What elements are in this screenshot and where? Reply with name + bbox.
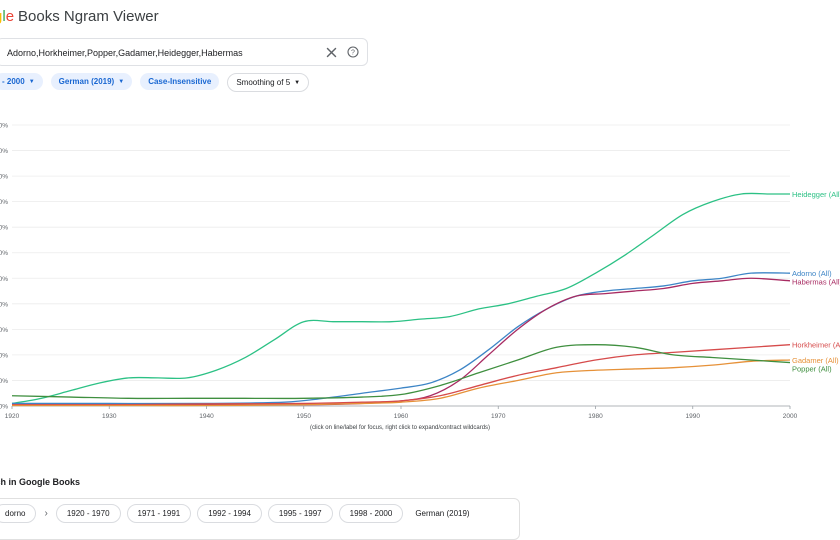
books-corpus-label: German (2019): [415, 509, 470, 518]
y-tick-label: 0%: [0, 276, 8, 283]
books-row: dorno › 1920 - 1970 1971 - 1991 1992 - 1…: [0, 504, 476, 523]
books-section-title: rch in Google Books: [0, 477, 81, 487]
smoothing-dropdown[interactable]: Smoothing of 5 ▼: [227, 73, 310, 92]
logo-letter-e: e: [5, 8, 15, 25]
app-logo[interactable]: gleBooks Ngram Viewer: [0, 8, 159, 25]
y-tick-label: 0%: [0, 148, 8, 155]
books-range-link[interactable]: 1971 - 1991: [126, 504, 192, 523]
x-tick-label: 1920: [5, 413, 20, 420]
y-tick-label: 0%: [0, 174, 8, 181]
chart-hint: (click on line/label for focus, right cl…: [309, 425, 491, 431]
caret-down-icon: ▼: [118, 78, 125, 85]
books-range-link[interactable]: 1995 - 1997: [267, 504, 333, 523]
books-range-link[interactable]: 1920 - 1970: [55, 504, 121, 523]
y-tick-label: 0%: [0, 250, 8, 257]
x-tick-label: 2000: [783, 413, 798, 420]
caret-down-icon: ▼: [294, 79, 301, 86]
x-tick-label: 1930: [102, 413, 117, 420]
books-term-chip[interactable]: dorno: [0, 504, 37, 523]
chevron-right-icon: ›: [44, 508, 48, 519]
x-tick-label: 1970: [491, 413, 506, 420]
help-circle-icon[interactable]: ?: [345, 44, 361, 60]
series-line[interactable]: [11, 192, 790, 405]
y-tick-label: 0%: [0, 123, 8, 130]
y-tick-label: 0%: [0, 199, 8, 206]
x-tick-label: 1960: [394, 413, 409, 420]
y-tick-label: 0%: [0, 404, 8, 411]
ngram-chart: 0% 0% 0% 0% 0% 0% 0% 0% 0% 0% 0% 0% 1920 1930 1940 1950…: [0, 123, 840, 421]
y-tick-label: 0%: [0, 327, 8, 334]
series-line[interactable]: [12, 272, 791, 405]
corpus-dropdown[interactable]: German (2019) ▼: [50, 73, 133, 90]
close-icon[interactable]: [323, 44, 339, 60]
series-label[interactable]: Habermas (All): [792, 278, 840, 287]
y-tick-label: 0%: [0, 378, 8, 385]
caret-down-icon: ▼: [28, 78, 35, 85]
books-range-link[interactable]: 1992 - 1994: [197, 504, 262, 523]
filter-bar: - 2000 ▼ German (2019) ▼ Case-Insensitive …: [0, 73, 310, 92]
search-input[interactable]: [5, 43, 309, 63]
case-insensitive-toggle[interactable]: Case-Insensitive: [140, 73, 220, 90]
x-tick-label: 1950: [297, 413, 312, 420]
chart-labels: Heidegger (All)Adorno (All)Habermas (All…: [792, 190, 840, 374]
series-label[interactable]: Popper (All): [792, 365, 832, 374]
smoothing-label: Smoothing of 5: [236, 78, 291, 87]
x-tick-label: 1980: [588, 413, 603, 420]
corpus-label: German (2019): [58, 77, 115, 86]
series-line[interactable]: [12, 277, 791, 406]
chart-series: [11, 192, 791, 407]
y-tick-label: 0%: [0, 301, 8, 308]
year-range-label: - 2000: [2, 77, 25, 86]
books-range-link[interactable]: 1998 - 2000: [338, 504, 404, 523]
x-tick-label: 1940: [199, 413, 214, 420]
x-tick-label: 1990: [686, 413, 701, 420]
search-box: ?: [0, 38, 368, 66]
series-label[interactable]: Heidegger (All): [792, 190, 840, 199]
product-name: Books Ngram Viewer: [18, 8, 159, 25]
year-range-dropdown[interactable]: - 2000 ▼: [0, 73, 43, 90]
chart-grid: 0% 0% 0% 0% 0% 0% 0% 0% 0% 0% 0% 0% 1920 1930 1940 1950…: [0, 123, 798, 421]
series-line[interactable]: [11, 344, 791, 406]
svg-text:?: ?: [351, 50, 355, 57]
case-label: Case-Insensitive: [148, 77, 212, 86]
y-tick-label: 0%: [0, 225, 8, 232]
series-label[interactable]: Horkheimer (All): [792, 341, 840, 350]
y-tick-label: 0%: [0, 352, 8, 359]
